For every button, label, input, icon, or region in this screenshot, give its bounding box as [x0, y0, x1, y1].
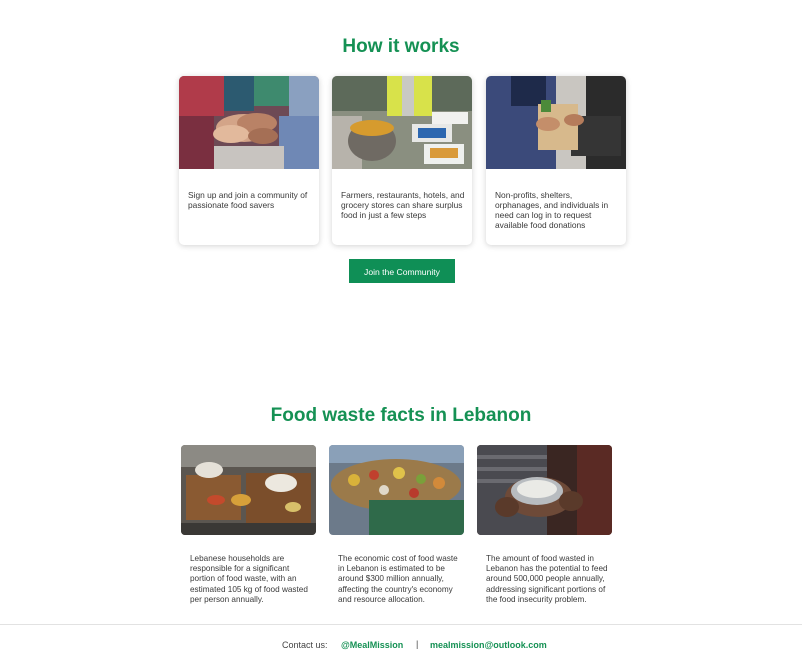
how-card-text: Sign up and join a community of passiona… [188, 190, 308, 210]
social-handle-link[interactable]: @MealMission [341, 640, 403, 650]
food-bag-handover-photo [486, 76, 626, 169]
how-card-signup: Sign up and join a community of passiona… [179, 76, 319, 245]
fact-item-economic-cost: The economic cost of food waste in Leban… [329, 445, 464, 615]
how-card-text: Farmers, restaurants, hotels, and grocer… [341, 190, 465, 220]
food-containers-sharing-photo [332, 76, 472, 169]
fact-text: The economic cost of food waste in Leban… [338, 554, 458, 604]
how-card-text: Non-profits, shelters, orphanages, and i… [495, 190, 609, 230]
email-link[interactable]: mealmission@outlook.com [430, 640, 547, 650]
how-card-share: Farmers, restaurants, hotels, and grocer… [332, 76, 472, 245]
fact-text: The amount of food wasted in Lebanon has… [486, 554, 608, 604]
discarded-produce-dumpster-photo [329, 445, 464, 535]
hands-stacked-together-photo [179, 76, 319, 169]
fact-text: Lebanese households are responsible for … [190, 554, 308, 604]
page: How it works Sign up and join a communit… [0, 0, 802, 661]
fact-item-feed-people: The amount of food wasted in Lebanon has… [477, 445, 612, 615]
join-community-button[interactable]: Join the Community [349, 259, 455, 283]
fact-item-households: Lebanese households are responsible for … [181, 445, 316, 615]
how-it-works-title: How it works [342, 36, 460, 57]
footer: Contact us: @MealMission | mealmission@o… [0, 624, 802, 661]
contact-label: Contact us: [282, 640, 328, 650]
facts-title: Food waste facts in Lebanon [270, 405, 532, 426]
how-card-request: Non-profits, shelters, orphanages, and i… [486, 76, 626, 245]
hands-holding-rice-bowl-photo [477, 445, 612, 535]
footer-separator: | [416, 639, 419, 649]
leftover-food-trays-photo [181, 445, 316, 535]
